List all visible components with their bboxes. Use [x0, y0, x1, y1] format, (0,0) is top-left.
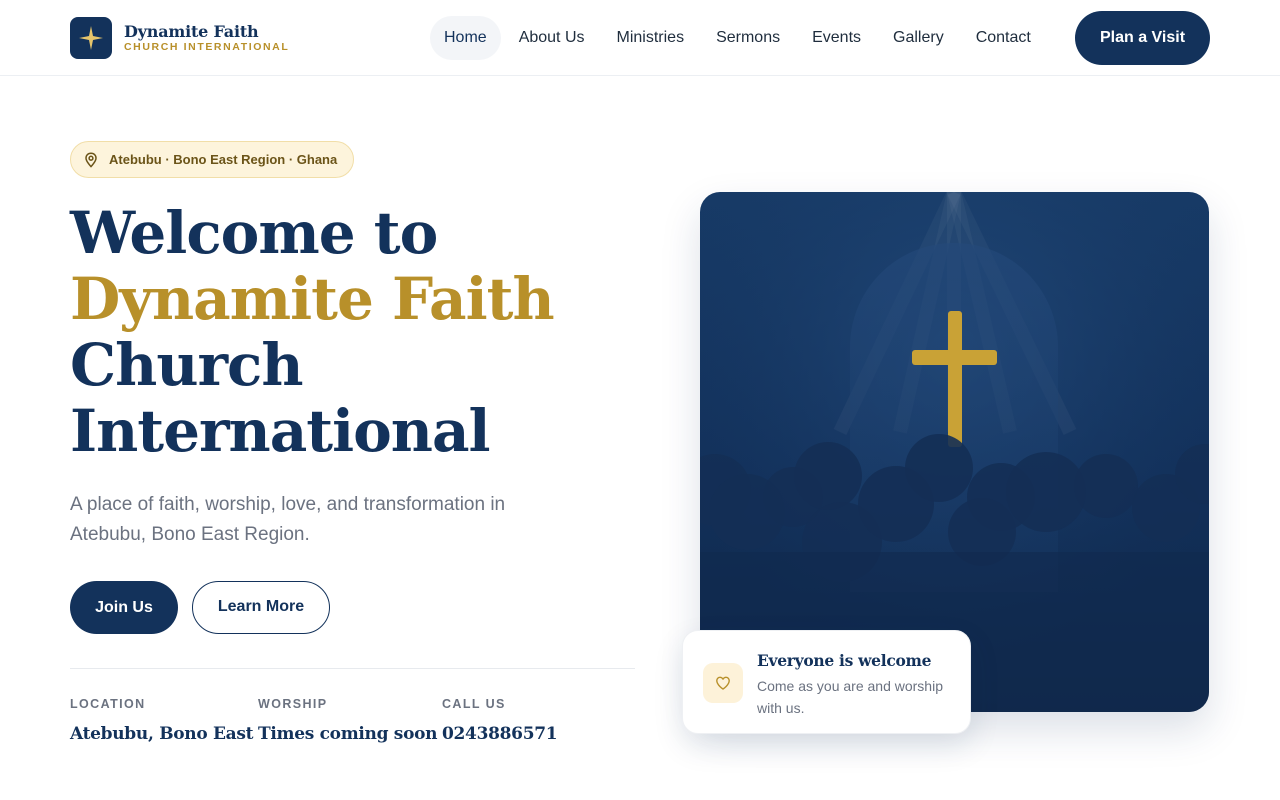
hero-title-line-1: Welcome to	[70, 199, 438, 267]
info-location: LOCATION Atebubu, Bono East	[70, 697, 254, 744]
info-value: Times coming soon	[258, 724, 438, 744]
hero-title: Welcome to Dynamite Faith Church Interna…	[70, 200, 630, 464]
hero-description: A place of faith, worship, love, and tra…	[70, 494, 506, 545]
info-label: LOCATION	[70, 697, 146, 711]
location-badge-text: Atebubu · Bono East Region · Ghana	[109, 152, 338, 167]
nav-item-contact[interactable]: Contact	[962, 16, 1045, 60]
info-value: Atebubu, Bono East	[70, 724, 254, 744]
logo-name: Dynamite Faith	[124, 22, 259, 41]
hero-title-line-2: Dynamite Faith	[70, 265, 555, 333]
star-icon	[70, 17, 112, 59]
info-worship: WORSHIP Times coming soon	[258, 697, 438, 744]
welcome-card: Everyone is welcome Come as you are and …	[682, 630, 971, 734]
heart-icon	[703, 663, 743, 703]
info-label: CALL US	[442, 697, 506, 711]
nav-item-events[interactable]: Events	[798, 16, 875, 60]
hero-title-line-3: Church	[70, 331, 304, 399]
divider	[70, 668, 635, 669]
logo-text: Dynamite Faith CHURCH INTERNATIONAL	[124, 22, 290, 54]
welcome-card-text: Come as you are and worship with us.	[757, 678, 943, 716]
hero-title-line-4: International	[70, 397, 491, 465]
logo[interactable]: Dynamite Faith CHURCH INTERNATIONAL	[70, 17, 289, 59]
info-value[interactable]: 0243886571	[442, 724, 558, 744]
learn-more-button[interactable]: Learn More	[192, 581, 330, 634]
nav-item-home[interactable]: Home	[430, 16, 501, 60]
nav-item-gallery[interactable]: Gallery	[879, 16, 958, 60]
main-nav: Home About Us Ministries Sermons Events …	[430, 16, 1049, 60]
site-header: Dynamite Faith CHURCH INTERNATIONAL Home…	[0, 0, 1280, 76]
plan-a-visit-button[interactable]: Plan a Visit	[1075, 11, 1210, 65]
welcome-card-title: Everyone is welcome	[757, 651, 932, 670]
nav-item-sermons[interactable]: Sermons	[702, 16, 794, 60]
logo-subtitle: CHURCH INTERNATIONAL	[124, 41, 290, 53]
location-pin-icon	[85, 151, 97, 168]
location-badge: Atebubu · Bono East Region · Ghana	[70, 141, 355, 178]
nav-item-ministries[interactable]: Ministries	[603, 16, 699, 60]
info-call-us: CALL US 0243886571	[442, 697, 558, 744]
info-label: WORSHIP	[258, 697, 328, 711]
nav-item-about-us[interactable]: About Us	[505, 16, 599, 60]
join-us-button[interactable]: Join Us	[70, 581, 178, 634]
